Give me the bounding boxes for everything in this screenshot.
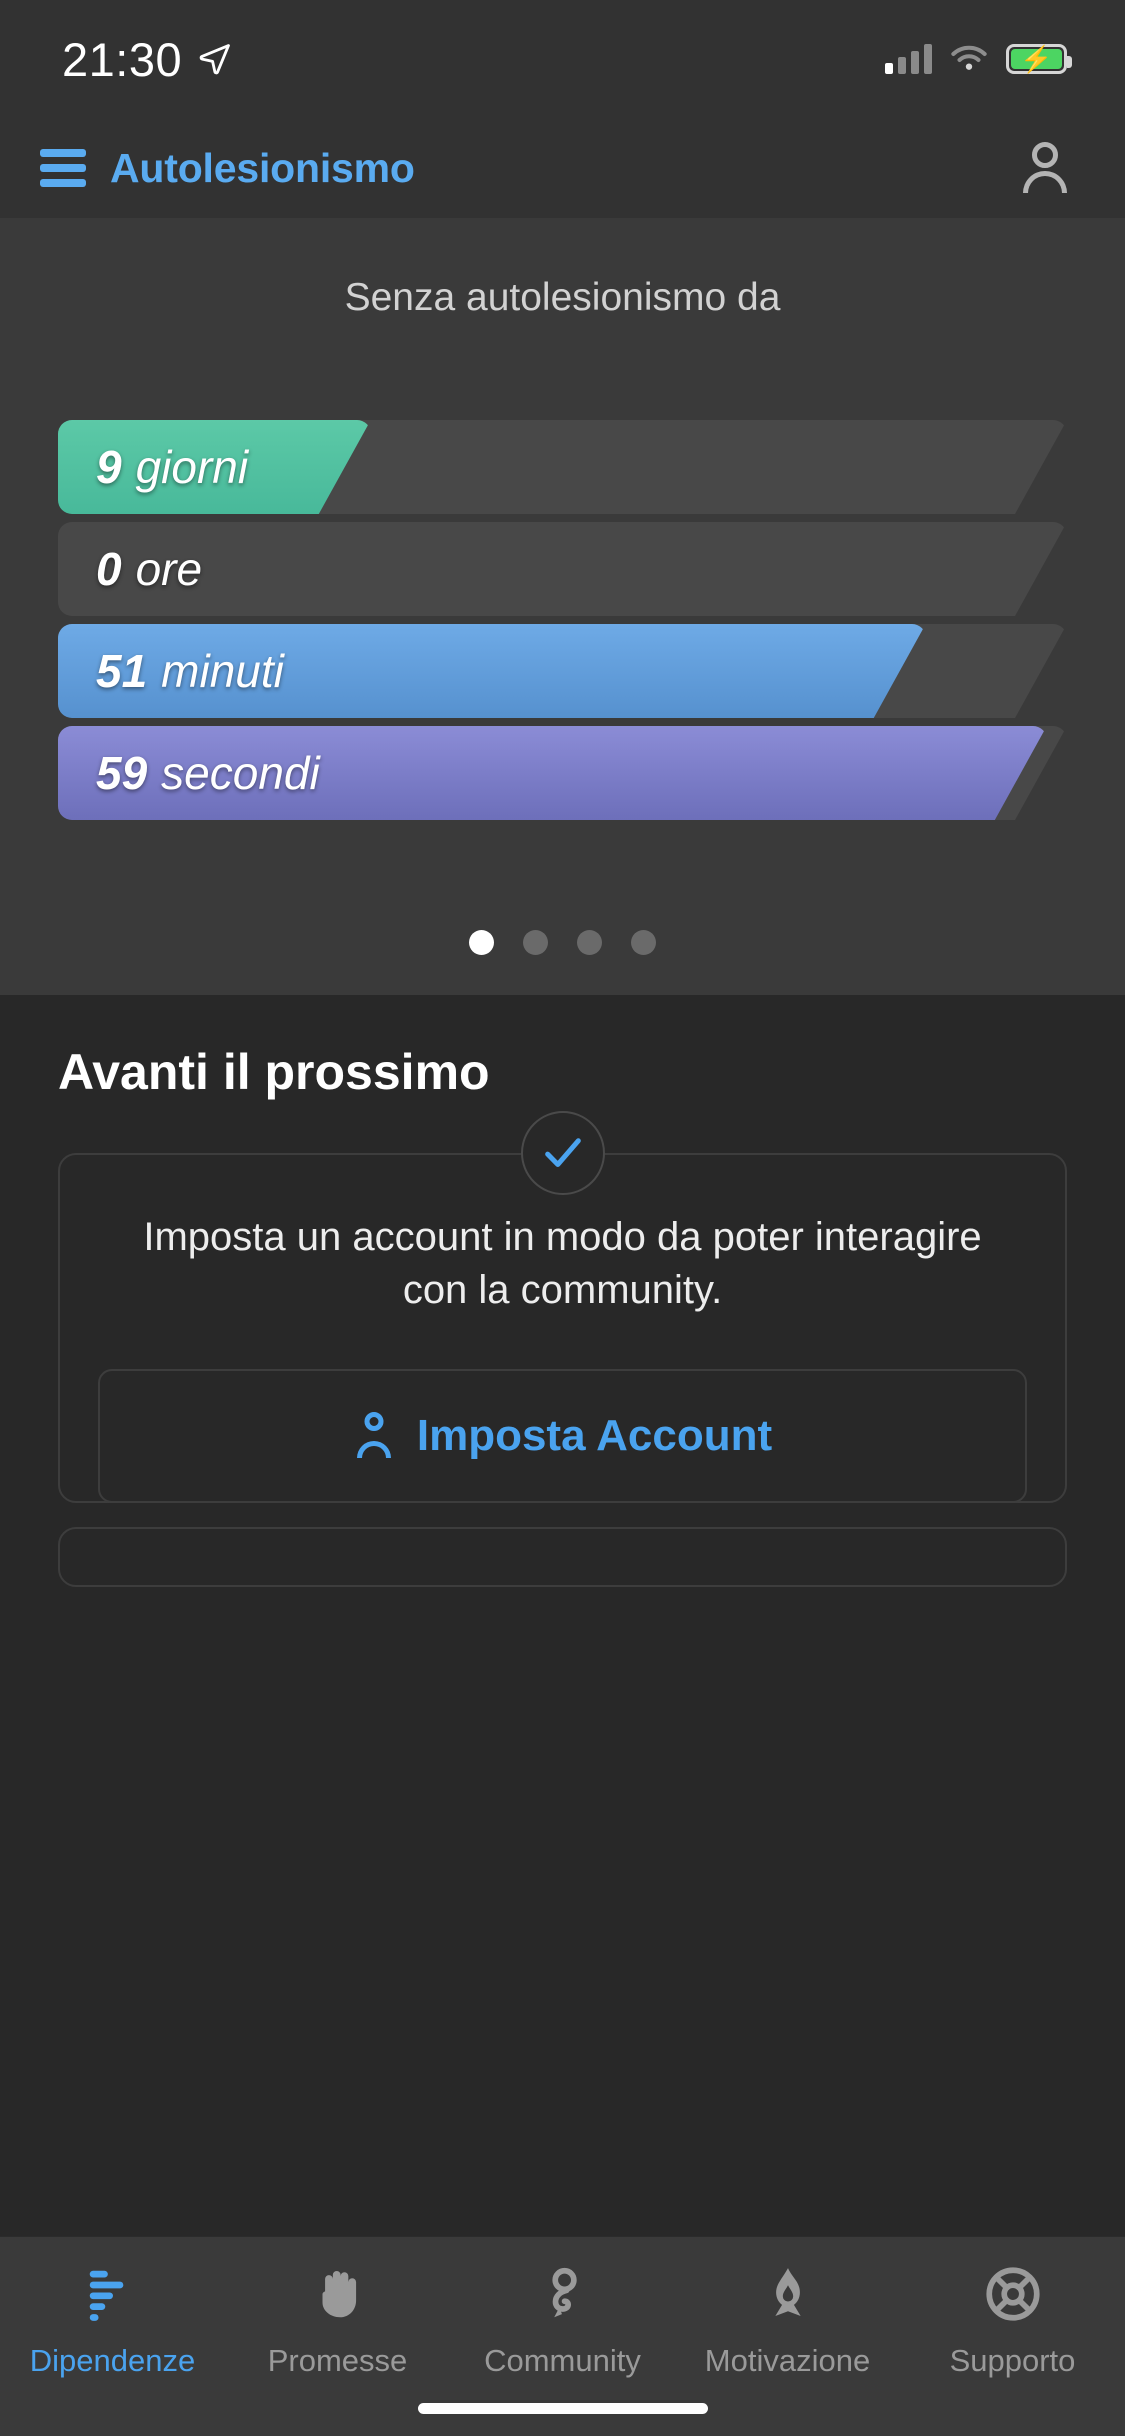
location-arrow-icon <box>199 44 230 75</box>
home-indicator[interactable] <box>417 2403 708 2414</box>
page-dot[interactable] <box>577 930 602 955</box>
account-person-icon[interactable] <box>1017 140 1073 196</box>
card-description: Imposta un account in modo da poter inte… <box>143 1215 982 1312</box>
time-bar-track <box>58 522 1067 616</box>
time-bar-unit: giorni <box>135 441 249 493</box>
hand-icon <box>307 2259 369 2329</box>
time-bar-unit: ore <box>135 543 203 595</box>
wifi-icon <box>951 45 987 70</box>
tab-label: Dipendenze <box>29 2343 196 2378</box>
tab-community[interactable]: Community <box>450 2259 675 2379</box>
status-bar-left: 21:30 <box>62 36 232 83</box>
hamburger-menu-icon[interactable] <box>40 149 86 187</box>
tab-dipendenze[interactable]: Dipendenze <box>0 2259 225 2379</box>
page-dot[interactable] <box>469 930 494 955</box>
counter-caption: Senza autolesionismo da <box>344 276 781 319</box>
page-dot[interactable] <box>523 930 548 955</box>
status-bar: 21:30 ⚡ <box>0 0 1125 118</box>
tab-label: Motivazione <box>704 2343 871 2378</box>
person-icon <box>353 1411 395 1460</box>
status-bar-right: ⚡ <box>885 44 1072 74</box>
tab-motivazione[interactable]: Motivazione <box>675 2259 900 2379</box>
page-dot[interactable] <box>631 930 656 955</box>
time-bar-unit: secondi <box>161 747 320 799</box>
next-up-card: Imposta un account in modo da poter inte… <box>58 1111 1067 1503</box>
bar-chart-icon <box>82 2259 144 2329</box>
battery-charging-icon: ⚡ <box>1006 44 1072 74</box>
header-left-group: Autolesionismo <box>40 145 415 192</box>
tab-label: Supporto <box>949 2343 1076 2378</box>
time-bars: 9 giorni 0 ore 51 minuti 59 secondi <box>0 420 1125 820</box>
app-header: Autolesionismo <box>0 118 1125 218</box>
tab-promesse[interactable]: Promesse <box>225 2259 450 2379</box>
time-bar-row: 59 secondi <box>58 726 1067 820</box>
next-up-card-partial[interactable] <box>58 1526 1067 1587</box>
time-bar-value: 51 <box>96 645 148 697</box>
cellular-signal-icon <box>885 44 932 74</box>
time-bar-row: 51 minuti <box>58 624 1067 718</box>
time-bar-value: 9 <box>96 441 122 493</box>
checkmark-icon <box>520 1111 605 1195</box>
time-bar-label: 9 giorni <box>96 420 248 514</box>
time-bar-label: 51 minuti <box>96 624 284 718</box>
section-heading: Avanti il prossimo <box>58 1044 490 1100</box>
time-bar-label: 59 secondi <box>96 726 320 820</box>
tab-supporto[interactable]: Supporto <box>900 2259 1125 2379</box>
time-bar-value: 0 <box>96 543 122 595</box>
community-icon <box>532 2259 594 2329</box>
flame-icon <box>757 2259 819 2329</box>
tab-label: Promesse <box>267 2343 408 2378</box>
tab-label: Community <box>484 2343 641 2378</box>
time-bar-row: 0 ore <box>58 522 1067 616</box>
setup-account-button[interactable]: Imposta Account <box>98 1368 1027 1503</box>
time-bar-row: 9 giorni <box>58 420 1067 514</box>
app-screen: 21:30 ⚡ Autolesionismo Senza autolesioni… <box>0 0 1125 2436</box>
counter-panel[interactable]: Senza autolesionismo da 9 giorni 0 ore 5… <box>0 218 1125 995</box>
time-bar-unit: minuti <box>161 645 284 697</box>
status-time: 21:30 <box>62 32 183 86</box>
page-title: Autolesionismo <box>110 144 415 191</box>
time-bar-value: 59 <box>96 747 148 799</box>
setup-account-label: Imposta Account <box>416 1410 773 1460</box>
page-indicator[interactable] <box>0 930 1125 955</box>
life-ring-icon <box>982 2259 1044 2329</box>
next-up-section: Avanti il prossimo Imposta un account in… <box>0 995 1125 2236</box>
time-bar-label: 0 ore <box>96 522 202 616</box>
